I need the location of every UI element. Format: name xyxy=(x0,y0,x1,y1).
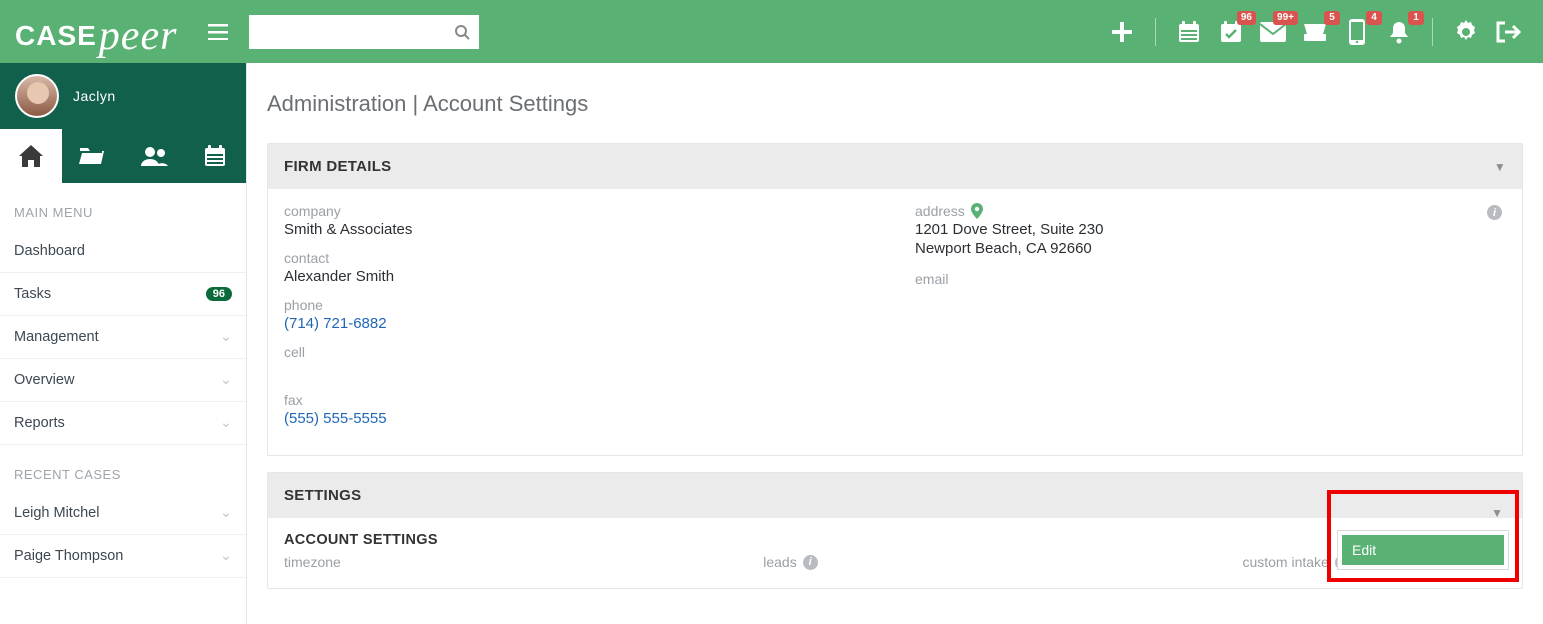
address-line1: 1201 Dove Street, Suite 230 xyxy=(915,221,1506,238)
chevron-down-icon: ⌄ xyxy=(220,548,232,564)
settings-button[interactable] xyxy=(1447,13,1485,51)
sidebar: Jaclyn MAIN MENU Dashboard Tasks 96 Man xyxy=(0,63,247,624)
topbar-actions: 96 99+ 5 4 1 xyxy=(1103,13,1533,51)
info-icon[interactable]: i xyxy=(1487,205,1502,220)
sidebar-item-label: Management xyxy=(14,329,99,345)
phone-button[interactable]: 4 xyxy=(1338,13,1376,51)
search-wrap xyxy=(249,15,479,49)
contact-label: contact xyxy=(284,250,875,266)
logout-icon xyxy=(1495,20,1521,44)
sidebar-item-label: Leigh Mitchel xyxy=(14,505,99,521)
sidebar-item-label: Paige Thompson xyxy=(14,548,123,564)
sidebar-item-badge: 96 xyxy=(206,287,232,301)
chevron-down-icon: ⌄ xyxy=(220,415,232,431)
brand-part2: peer xyxy=(99,12,178,60)
home-icon xyxy=(19,145,43,167)
panel-title: SETTINGS xyxy=(284,487,361,504)
panel-menu: Edit xyxy=(1337,530,1509,570)
user-row[interactable]: Jaclyn xyxy=(0,63,246,129)
calendar-icon xyxy=(204,145,226,167)
company-label: company xyxy=(284,203,875,219)
plus-icon xyxy=(1111,21,1133,43)
user-name: Jaclyn xyxy=(73,88,116,104)
firm-details-panel: FIRM DETAILS ▼ i company Smith & Associa… xyxy=(267,143,1523,456)
phone-icon xyxy=(1349,19,1365,45)
sidebar-case-item[interactable]: Leigh Mitchel ⌄ xyxy=(0,492,246,535)
menu-section-main: MAIN MENU xyxy=(0,183,246,230)
divider xyxy=(1432,18,1433,46)
cell-label: cell xyxy=(284,344,875,360)
sidebar-item-tasks[interactable]: Tasks 96 xyxy=(0,273,246,316)
gear-icon xyxy=(1454,20,1478,44)
address-label: address xyxy=(915,203,1506,219)
caret-down-icon[interactable]: ▼ xyxy=(1494,160,1506,174)
folder-open-icon xyxy=(79,146,105,166)
nav-tab-calendar[interactable] xyxy=(185,129,247,183)
bell-badge: 1 xyxy=(1408,11,1424,25)
calendar-icon xyxy=(1177,20,1201,44)
page-title: Administration | Account Settings xyxy=(267,91,1523,117)
bell-icon xyxy=(1388,20,1410,44)
panel-header[interactable]: FIRM DETAILS ▼ xyxy=(268,144,1522,189)
menu-section-recent: RECENT CASES xyxy=(0,445,246,492)
mail-badge: 99+ xyxy=(1273,11,1298,25)
notifications-button[interactable]: 1 xyxy=(1380,13,1418,51)
sidebar-item-dashboard[interactable]: Dashboard xyxy=(0,230,246,273)
divider xyxy=(1155,18,1156,46)
tasks-button[interactable]: 96 xyxy=(1212,13,1250,51)
account-settings-heading: ACCOUNT SETTINGS xyxy=(284,532,1506,548)
phone-label: phone xyxy=(284,297,875,313)
sidebar-item-label: Dashboard xyxy=(14,243,85,259)
address-line2: Newport Beach, CA 92660 xyxy=(915,240,1506,257)
calendar-button[interactable] xyxy=(1170,13,1208,51)
add-button[interactable] xyxy=(1103,13,1141,51)
sidebar-case-item[interactable]: Paige Thompson ⌄ xyxy=(0,535,246,578)
contact-value: Alexander Smith xyxy=(284,268,875,285)
panel-menu-toggle[interactable]: ▼ xyxy=(1337,500,1509,526)
sidebar-item-label: Reports xyxy=(14,415,65,431)
phone-value[interactable]: (714) 721-6882 xyxy=(284,315,875,332)
users-icon xyxy=(140,146,168,166)
settings-panel: SETTINGS ▼ ▼ Edit ACCOUNT SETTINGS timez… xyxy=(267,472,1523,589)
sidebar-nav-tabs xyxy=(0,129,246,183)
inbox-button[interactable]: 5 xyxy=(1296,13,1334,51)
sidebar-item-management[interactable]: Management ⌄ xyxy=(0,316,246,359)
leads-label: leads i xyxy=(763,554,1202,570)
sidebar-item-overview[interactable]: Overview ⌄ xyxy=(0,359,246,402)
sidebar-toggle-button[interactable] xyxy=(202,16,234,48)
main-content: Administration | Account Settings FIRM D… xyxy=(247,63,1543,624)
brand-part1: CASE xyxy=(15,20,97,52)
info-icon[interactable]: i xyxy=(803,555,818,570)
inbox-icon xyxy=(1302,22,1328,42)
edit-button[interactable]: Edit xyxy=(1342,535,1504,565)
mail-button[interactable]: 99+ xyxy=(1254,13,1292,51)
panel-title: FIRM DETAILS xyxy=(284,158,391,175)
chevron-down-icon: ⌄ xyxy=(220,372,232,388)
nav-tab-home[interactable] xyxy=(0,129,62,183)
logout-button[interactable] xyxy=(1489,13,1527,51)
chevron-down-icon: ⌄ xyxy=(220,505,232,521)
sidebar-item-label: Overview xyxy=(14,372,74,388)
search-icon xyxy=(454,24,470,40)
timezone-label: timezone xyxy=(284,554,723,570)
nav-tab-people[interactable] xyxy=(123,129,185,183)
sidebar-item-reports[interactable]: Reports ⌄ xyxy=(0,402,246,445)
chevron-down-icon: ⌄ xyxy=(220,329,232,345)
company-value: Smith & Associates xyxy=(284,221,875,238)
hamburger-icon xyxy=(208,24,228,40)
avatar xyxy=(15,74,59,118)
sidebar-item-label: Tasks xyxy=(14,286,51,302)
fax-label: fax xyxy=(284,392,875,408)
map-pin-icon[interactable] xyxy=(971,203,983,219)
email-label: email xyxy=(915,271,1506,287)
highlight-box: ▼ Edit xyxy=(1327,490,1519,582)
fax-value[interactable]: (555) 555-5555 xyxy=(284,410,875,427)
brand-logo[interactable]: CASE peer xyxy=(10,8,187,56)
topbar: CASE peer 96 99+ 5 4 xyxy=(0,0,1543,63)
search-button[interactable] xyxy=(445,15,479,49)
envelope-icon xyxy=(1260,22,1286,42)
nav-tab-files[interactable] xyxy=(62,129,124,183)
